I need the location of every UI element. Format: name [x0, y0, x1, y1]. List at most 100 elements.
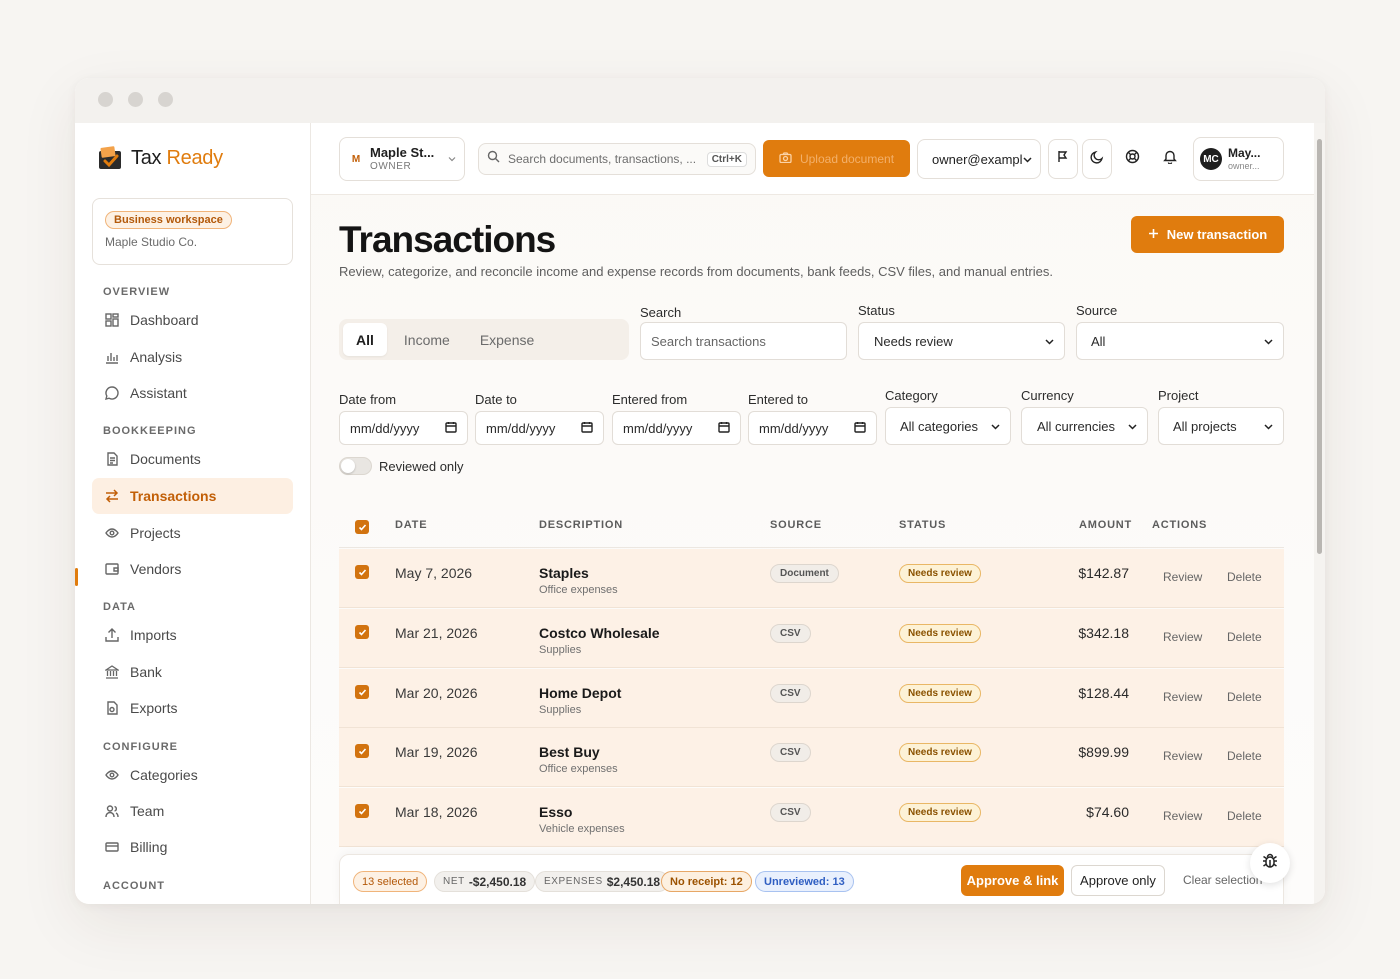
owner-select[interactable]: owner@example: [917, 139, 1041, 179]
sidebar-item-label: Documents: [130, 451, 201, 467]
row-date: Mar 18, 2026: [395, 804, 478, 820]
sidebar-item-projects[interactable]: Projects: [92, 515, 293, 551]
notifications-button[interactable]: [1155, 139, 1185, 179]
sidebar-item-analysis[interactable]: Analysis: [92, 339, 293, 375]
unreviewed-badge[interactable]: Unreviewed: 13: [755, 871, 854, 892]
tab-income[interactable]: Income: [391, 323, 463, 356]
calendar-icon: [718, 421, 730, 436]
date-from-input[interactable]: mm/dd/yyyy: [339, 411, 468, 445]
tab-all[interactable]: All: [343, 323, 387, 356]
row-checkbox[interactable]: [355, 804, 369, 818]
chat-bubble-icon: [104, 385, 120, 401]
source-select[interactable]: All: [1076, 322, 1284, 360]
delete-button[interactable]: Delete: [1227, 630, 1262, 644]
sidebar-item-label: Exports: [130, 700, 178, 716]
review-button[interactable]: Review: [1163, 570, 1202, 584]
analysis-icon: [104, 349, 120, 365]
source-label: Source: [1076, 303, 1118, 318]
column-header-status[interactable]: STATUS: [899, 519, 946, 531]
chevron-down-icon: [1264, 419, 1273, 434]
global-search-placeholder: Search documents, transactions, ...: [508, 152, 697, 166]
review-button[interactable]: Review: [1163, 809, 1202, 823]
scrollbar[interactable]: [1314, 123, 1325, 904]
theme-toggle-button[interactable]: [1082, 139, 1112, 179]
window-minimize-dot[interactable]: [128, 92, 143, 107]
vendor-icon: [104, 561, 120, 577]
sidebar: Tax Ready Business workspace Maple Studi…: [75, 123, 311, 904]
help-button[interactable]: [1117, 139, 1147, 179]
net-value: -$2,450.18: [468, 874, 527, 889]
review-button[interactable]: Review: [1163, 630, 1202, 644]
clear-selection-button[interactable]: Clear selection: [1183, 873, 1262, 887]
upload-document-label: Upload document: [799, 151, 895, 166]
table-row[interactable]: Mar 18, 2026 Esso Vehicle expenses CSV N…: [339, 788, 1284, 847]
global-search[interactable]: Search documents, transactions, ... Ctrl…: [478, 143, 756, 175]
new-transaction-button[interactable]: New transaction: [1131, 216, 1284, 253]
sidebar-item-exports[interactable]: Exports: [92, 690, 293, 726]
search-input[interactable]: Search transactions: [640, 322, 847, 360]
reviewed-only-toggle[interactable]: [339, 457, 372, 475]
sidebar-item-team[interactable]: Team: [92, 793, 293, 829]
row-description: Staples: [539, 565, 589, 581]
row-amount: $74.60: [1086, 804, 1129, 820]
delete-button[interactable]: Delete: [1227, 690, 1262, 704]
flag-icon: [1057, 150, 1070, 168]
status-select-value: Needs review: [874, 333, 953, 349]
sidebar-item-imports[interactable]: Imports: [92, 617, 293, 653]
org-role: OWNER: [370, 160, 412, 172]
sidebar-item-transactions[interactable]: Transactions: [92, 478, 293, 514]
delete-button[interactable]: Delete: [1227, 809, 1262, 823]
sidebar-item-documents[interactable]: Documents: [92, 441, 293, 477]
upload-document-button[interactable]: Upload document: [763, 140, 910, 177]
tab-expense[interactable]: Expense: [467, 323, 547, 356]
project-select[interactable]: All projects: [1158, 407, 1284, 445]
date-to-input[interactable]: mm/dd/yyyy: [475, 411, 604, 445]
table-row[interactable]: Mar 19, 2026 Best Buy Office expenses CS…: [339, 728, 1284, 787]
row-checkbox[interactable]: [355, 744, 369, 758]
currency-select-value: All currencies: [1037, 418, 1116, 434]
window-maximize-dot[interactable]: [158, 92, 173, 107]
sidebar-item-vendors[interactable]: Vendors: [92, 551, 293, 587]
source-badge: CSV: [770, 684, 811, 703]
sidebar-item-bank[interactable]: Bank: [92, 654, 293, 690]
sidebar-item-categories[interactable]: Categories: [92, 757, 293, 793]
entered-to-input[interactable]: mm/dd/yyyy: [748, 411, 877, 445]
currency-select[interactable]: All currencies: [1021, 407, 1148, 445]
table-row[interactable]: May 7, 2026 Staples Office expenses Docu…: [339, 549, 1284, 608]
toggle-knob: [341, 459, 355, 473]
row-checkbox[interactable]: [355, 565, 369, 579]
table-row[interactable]: Mar 21, 2026 Costco Wholesale Supplies C…: [339, 609, 1284, 668]
row-amount: $128.44: [1078, 685, 1129, 701]
sidebar-item-assistant[interactable]: Assistant: [92, 375, 293, 411]
entered-from-input[interactable]: mm/dd/yyyy: [612, 411, 741, 445]
review-button[interactable]: Review: [1163, 749, 1202, 763]
window-close-dot[interactable]: [98, 92, 113, 107]
select-all-checkbox[interactable]: [355, 520, 369, 534]
table-row[interactable]: Mar 20, 2026 Home Depot Supplies CSV Nee…: [339, 669, 1284, 728]
status-select[interactable]: Needs review: [858, 322, 1065, 360]
page-title: Transactions: [339, 219, 556, 260]
row-checkbox[interactable]: [355, 625, 369, 639]
column-header-date[interactable]: DATE: [395, 519, 427, 531]
org-switcher[interactable]: M Maple St... OWNER: [339, 137, 465, 181]
column-header-amount[interactable]: AMOUNT: [1079, 519, 1132, 531]
workspace-card[interactable]: Business workspace Maple Studio Co.: [92, 198, 293, 265]
approve-only-button[interactable]: Approve only: [1071, 865, 1165, 896]
delete-button[interactable]: Delete: [1227, 749, 1262, 763]
approve-and-link-button[interactable]: Approve & link: [961, 865, 1064, 896]
column-header-description[interactable]: DESCRIPTION: [539, 519, 623, 531]
scrollbar-thumb[interactable]: [1317, 139, 1322, 554]
user-menu[interactable]: MC May... owner...: [1193, 137, 1284, 181]
column-header-source[interactable]: SOURCE: [770, 519, 822, 531]
debug-button[interactable]: [1250, 843, 1290, 883]
chevron-down-icon: [1128, 419, 1137, 434]
sidebar-item-dashboard[interactable]: Dashboard: [92, 302, 293, 338]
row-checkbox[interactable]: [355, 685, 369, 699]
review-button[interactable]: Review: [1163, 690, 1202, 704]
brand[interactable]: Tax Ready: [95, 143, 223, 173]
no-receipt-badge[interactable]: No receipt: 12: [661, 871, 752, 892]
sidebar-item-billing[interactable]: Billing: [92, 829, 293, 865]
delete-button[interactable]: Delete: [1227, 570, 1262, 584]
category-select[interactable]: All categories: [885, 407, 1011, 445]
flag-button[interactable]: [1048, 139, 1078, 179]
